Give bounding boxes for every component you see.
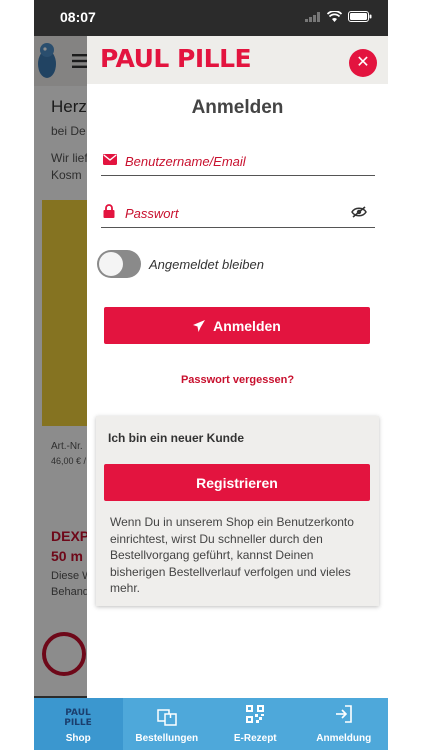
eye-slash-icon[interactable]: [351, 206, 367, 218]
remember-me-toggle[interactable]: [97, 250, 141, 278]
paper-plane-icon: [193, 319, 206, 332]
tab-bestellungen[interactable]: Bestellungen: [123, 698, 212, 750]
tab-bar: PAUL PILLE Shop Bestellungen E-Rezept Anm…: [34, 698, 388, 750]
status-icons: [305, 11, 372, 22]
login-button[interactable]: Anmelden: [104, 307, 370, 344]
svg-text:PAUL: PAUL: [65, 708, 91, 718]
wifi-icon: [327, 11, 342, 22]
paul-pille-logo-icon: PAUL PILLE: [34, 705, 123, 729]
envelope-icon: [103, 154, 117, 165]
tab-e-rezept[interactable]: E-Rezept: [211, 698, 300, 750]
sheet-header: PAUL PILLE ✕: [87, 36, 388, 84]
tab-label: E-Rezept: [233, 733, 277, 744]
username-field: [101, 146, 375, 176]
register-button-label: Registrieren: [196, 474, 278, 491]
battery-icon: [348, 11, 372, 22]
remember-me-label: Angemeldet bleiben: [149, 257, 264, 272]
lock-icon: [103, 204, 115, 218]
close-button[interactable]: ✕: [349, 49, 377, 77]
page-title: Anmelden: [191, 97, 284, 118]
forgot-password-link[interactable]: Passwort vergessen?: [87, 374, 388, 386]
register-button[interactable]: Registrieren: [104, 464, 370, 501]
login-button-label: Anmelden: [213, 317, 281, 334]
tab-shop[interactable]: PAUL PILLE Shop: [34, 698, 123, 750]
status-bar: 08:07: [34, 0, 388, 36]
password-field: [101, 198, 375, 228]
new-customer-title: Ich bin ein neuer Kunde: [108, 431, 245, 445]
app-frame: 08:07 Herz bei De Wir lief Kosm Art.-Nr.…: [34, 0, 388, 750]
sign-in-icon: [300, 705, 389, 729]
password-input[interactable]: [125, 202, 345, 224]
qr-code-icon: [211, 705, 300, 729]
new-customer-text: Wenn Du in unserem Shop ein Benutzerkont…: [110, 515, 354, 595]
signal-icon: [305, 11, 320, 22]
svg-text:PILLE: PILLE: [64, 718, 92, 727]
login-sheet: PAUL PILLE ✕ Anmelden Angemeldet bleiben…: [87, 36, 388, 698]
tab-label: Bestellungen: [135, 733, 199, 744]
username-input[interactable]: [125, 150, 345, 172]
paul-pille-logo: PAUL PILLE: [100, 44, 252, 73]
tab-label: Anmeldung: [316, 733, 372, 744]
tab-anmeldung[interactable]: Anmeldung: [300, 698, 389, 750]
new-customer-card: Ich bin ein neuer Kunde Registrieren Wen…: [96, 416, 379, 606]
toggle-knob: [99, 252, 123, 276]
boxes-icon: [123, 705, 212, 729]
status-time: 08:07: [60, 9, 96, 25]
tab-label: Shop: [65, 733, 91, 744]
close-icon: ✕: [356, 54, 370, 71]
